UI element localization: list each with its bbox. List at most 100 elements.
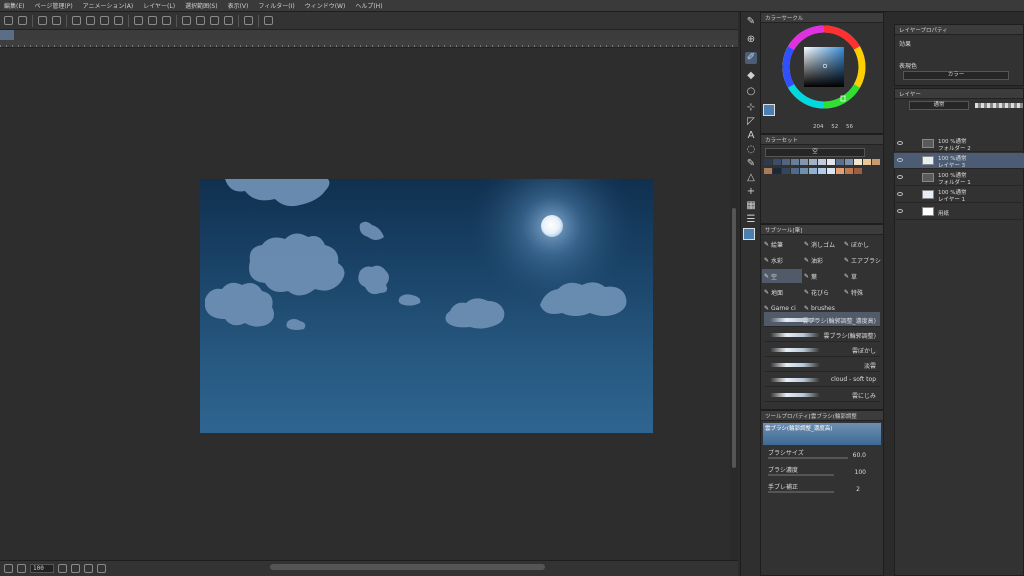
redo-icon[interactable]: [52, 16, 61, 25]
zoom-field[interactable]: 100: [30, 564, 54, 573]
menu-item[interactable]: フィルター(I): [258, 1, 294, 10]
zoom-out-icon[interactable]: [4, 564, 13, 573]
brush-preset[interactable]: 雲ブラシ(輪郭調整_濃度高): [764, 312, 880, 327]
menu-item[interactable]: ウィンドウ(W): [305, 1, 346, 10]
color-swatch[interactable]: [845, 159, 853, 165]
undo-icon[interactable]: [38, 16, 47, 25]
subtool-item[interactable]: ✎ ぼかし: [842, 237, 882, 251]
zoom-tool-icon[interactable]: ⊕: [745, 34, 757, 46]
color-swatch[interactable]: [827, 159, 835, 165]
brush-density-row[interactable]: ブラシ濃度 100: [768, 465, 880, 477]
main-color-chip[interactable]: [763, 104, 775, 116]
color-swatch[interactable]: [854, 159, 862, 165]
color-swatch[interactable]: [854, 168, 862, 174]
print-icon[interactable]: [18, 16, 27, 25]
brush-size-slider[interactable]: [768, 457, 848, 459]
color-swatch[interactable]: [836, 159, 844, 165]
subtool-item[interactable]: ✎ 花びら: [802, 285, 842, 299]
color-mode-select[interactable]: カラー: [903, 71, 1009, 80]
layer-row[interactable]: 用紙: [894, 204, 1024, 220]
gradient-tool-icon[interactable]: ▦: [745, 200, 757, 212]
busy-icon[interactable]: [72, 16, 81, 25]
stabilization-slider[interactable]: [768, 491, 834, 493]
color-wheel[interactable]: [782, 25, 866, 109]
color-swatch[interactable]: [764, 159, 772, 165]
subtool-item[interactable]: ✎ 特殊: [842, 285, 882, 299]
opacity-slider[interactable]: [975, 103, 1023, 108]
brush-density-slider[interactable]: [768, 474, 834, 476]
menu-item[interactable]: 表示(V): [228, 1, 249, 10]
menu-item[interactable]: 選択範囲(S): [185, 1, 218, 10]
layer-move-icon[interactable]: ☰: [745, 214, 757, 226]
ruler-tool-icon[interactable]: △: [745, 172, 757, 184]
eyedropper-icon[interactable]: ✎: [745, 158, 757, 170]
correction-tool-icon[interactable]: +: [745, 186, 757, 198]
fit-icon[interactable]: [58, 564, 67, 573]
subtool-item[interactable]: ✎ 水彩: [762, 253, 802, 267]
figure-tool-icon[interactable]: ◸: [745, 116, 757, 128]
snap-grid-icon[interactable]: [210, 16, 219, 25]
pen-icon[interactable]: ✎: [745, 16, 757, 28]
move-tool-icon[interactable]: ⊹: [745, 102, 757, 114]
subtool-item[interactable]: ✎ エアブラシ: [842, 253, 882, 267]
snap-perspective-icon[interactable]: [224, 16, 233, 25]
brush-preset[interactable]: cloud - soft top: [764, 372, 880, 387]
brush-preset[interactable]: 雲ぼかし: [764, 342, 880, 357]
layer-row[interactable]: 100 %通常 レイヤー 3: [894, 153, 1024, 169]
color-swatch[interactable]: [791, 159, 799, 165]
deselect-icon[interactable]: [134, 16, 143, 25]
brush-size-row[interactable]: ブラシサイズ 60.0: [768, 448, 880, 460]
subtool-item[interactable]: ✎ 葉: [802, 269, 842, 283]
color-swatch[interactable]: [800, 168, 808, 174]
artwork-canvas[interactable]: [200, 179, 653, 433]
eye-icon[interactable]: [897, 192, 903, 196]
color-swatch[interactable]: [818, 159, 826, 165]
rotate-icon[interactable]: [264, 16, 273, 25]
color-swatch[interactable]: [782, 168, 790, 174]
menu-item[interactable]: ページ管理(P): [34, 1, 72, 10]
color-swatch[interactable]: [845, 168, 853, 174]
color-swatch[interactable]: [836, 168, 844, 174]
scroll-thumb[interactable]: [732, 208, 736, 468]
brush-preset[interactable]: 雲にじみ: [764, 387, 880, 402]
snap-ruler-icon[interactable]: [182, 16, 191, 25]
color-swatch[interactable]: [764, 168, 772, 174]
invert-selection-icon[interactable]: [148, 16, 157, 25]
clear-icon[interactable]: [86, 16, 95, 25]
color-swatch[interactable]: [773, 168, 781, 174]
color-swatch[interactable]: [791, 168, 799, 174]
zoom-in-icon[interactable]: [17, 564, 26, 573]
layer-row[interactable]: 100 %通常 フォルダー 2: [894, 136, 1024, 152]
subtool-item[interactable]: ✎ 油彩: [802, 253, 842, 267]
shape-tool-icon[interactable]: ○: [745, 86, 757, 98]
subtool-item[interactable]: ✎ 消しゴム: [802, 237, 842, 251]
smartphone-icon[interactable]: [244, 16, 253, 25]
brush-tool-icon[interactable]: ✐: [745, 52, 757, 64]
menu-item[interactable]: ヘルプ(H): [355, 1, 382, 10]
color-swatch[interactable]: [809, 168, 817, 174]
color-swatch[interactable]: [809, 159, 817, 165]
main-color-swatch[interactable]: [743, 228, 755, 240]
expand-selection-icon[interactable]: [162, 16, 171, 25]
flip-icon[interactable]: [97, 564, 106, 573]
transform-icon[interactable]: [114, 16, 123, 25]
stabilization-row[interactable]: 手ブレ補正 2: [768, 482, 880, 494]
rotate-left-icon[interactable]: [71, 564, 80, 573]
subtool-item[interactable]: ✎ 地面: [762, 285, 802, 299]
blend-mode-select[interactable]: 通常: [909, 101, 969, 110]
eye-icon[interactable]: [897, 158, 903, 162]
eye-icon[interactable]: [897, 141, 903, 145]
eye-icon[interactable]: [897, 209, 903, 213]
rotate-right-icon[interactable]: [84, 564, 93, 573]
horizontal-scrollbar[interactable]: [270, 564, 545, 570]
color-swatch[interactable]: [782, 159, 790, 165]
menu-item[interactable]: レイヤー(L): [143, 1, 175, 10]
color-swatch[interactable]: [872, 159, 880, 165]
eye-icon[interactable]: [897, 175, 903, 179]
save-icon[interactable]: [4, 16, 13, 25]
fill-tool-icon[interactable]: ◆: [745, 70, 757, 82]
subtool-item[interactable]: ✎ 絵筆: [762, 237, 802, 251]
color-swatch[interactable]: [827, 168, 835, 174]
balloon-tool-icon[interactable]: ◌: [745, 144, 757, 156]
snap-guide-icon[interactable]: [196, 16, 205, 25]
